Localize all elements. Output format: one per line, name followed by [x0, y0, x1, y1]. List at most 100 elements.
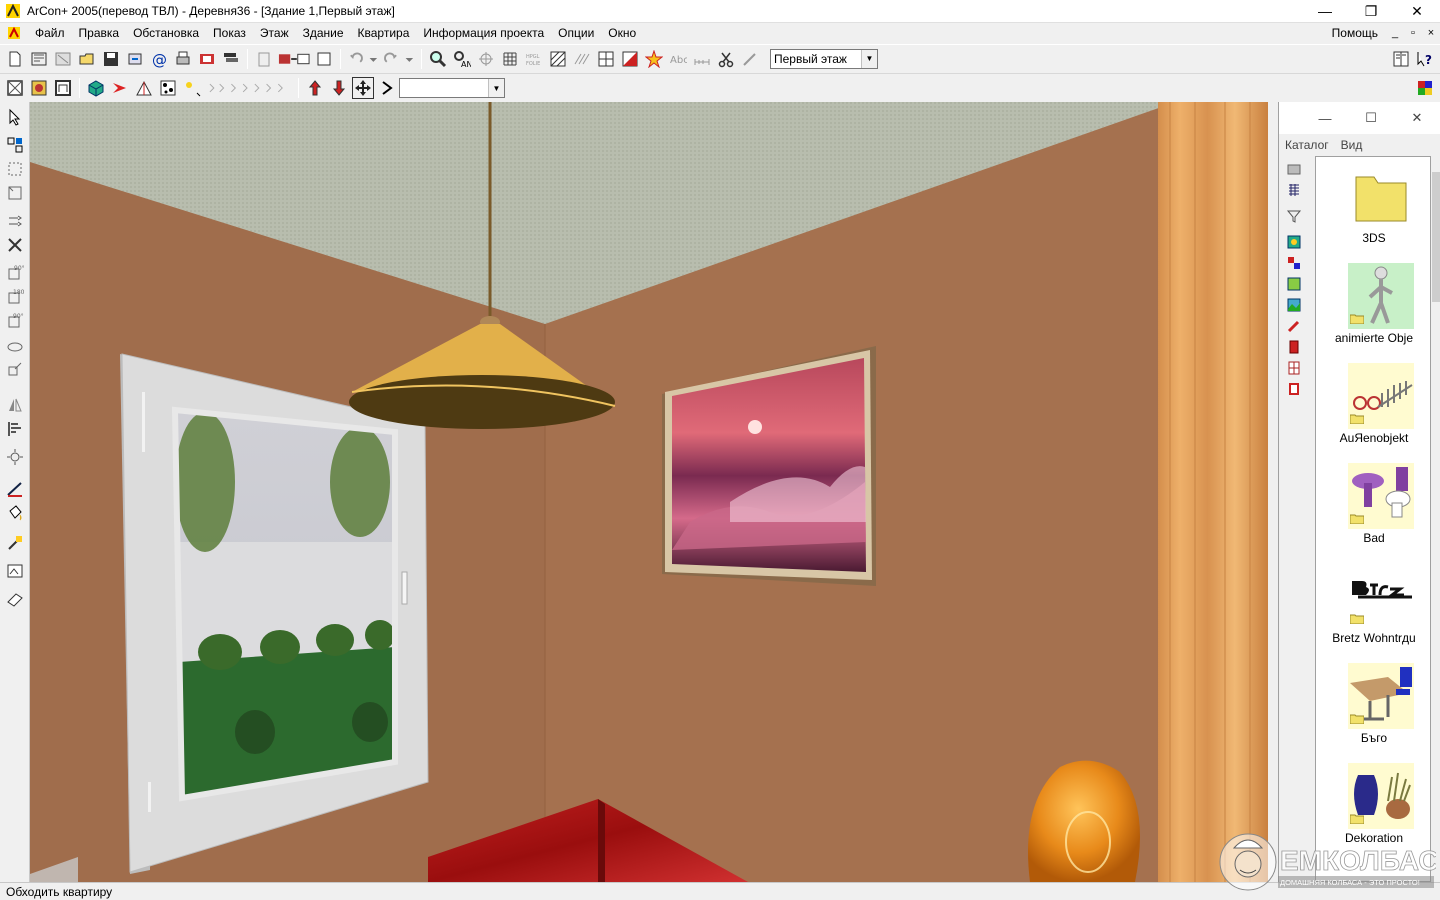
- chevron-down-icon[interactable]: ▼: [488, 79, 504, 97]
- scale-icon[interactable]: [4, 358, 26, 380]
- floor-select[interactable]: Первый этаж ▼: [770, 48, 878, 69]
- select-all-icon[interactable]: [4, 182, 26, 204]
- palette-icon[interactable]: [1414, 77, 1436, 99]
- perspective-icon[interactable]: [133, 77, 155, 99]
- redo-icon[interactable]: [382, 48, 416, 70]
- zoom-fit-icon[interactable]: AN: [451, 48, 473, 70]
- render-icon[interactable]: [157, 77, 179, 99]
- arcon-app-icon[interactable]: [5, 3, 21, 19]
- grid-view-icon[interactable]: [1284, 180, 1304, 200]
- eraser-icon[interactable]: [4, 588, 26, 610]
- eyedropper-icon[interactable]: [4, 532, 26, 554]
- landscape-icon[interactable]: [1284, 295, 1304, 315]
- print-icon[interactable]: [172, 48, 194, 70]
- menu-edit[interactable]: Правка: [72, 23, 127, 43]
- grid-icon[interactable]: [499, 48, 521, 70]
- transfer-icon[interactable]: [277, 48, 311, 70]
- textures-icon[interactable]: [1284, 232, 1304, 252]
- catalog-close-button[interactable]: ✕: [1394, 110, 1440, 126]
- catalog-item-outdoor[interactable]: AuЯenobjekt: [1316, 361, 1430, 461]
- template-icon[interactable]: [52, 48, 74, 70]
- menu-furnishing[interactable]: Обстановка: [126, 23, 206, 43]
- zoom-icon[interactable]: [427, 48, 449, 70]
- menu-window[interactable]: Окно: [601, 23, 643, 43]
- scissors-icon[interactable]: [715, 48, 737, 70]
- close-button[interactable]: ✕: [1394, 0, 1440, 23]
- import-icon[interactable]: [124, 48, 146, 70]
- mdi-close-button[interactable]: ×: [1422, 27, 1440, 39]
- view-select[interactable]: ▼: [399, 78, 505, 98]
- new-design-icon[interactable]: [28, 48, 50, 70]
- move-steps-icon[interactable]: [205, 77, 293, 99]
- measure-icon[interactable]: [691, 48, 713, 70]
- email-icon[interactable]: @: [148, 48, 170, 70]
- pointer-icon[interactable]: [4, 106, 26, 128]
- print-setup-icon[interactable]: [196, 48, 218, 70]
- minimize-button[interactable]: —: [1302, 0, 1348, 23]
- scrollbar-thumb[interactable]: [1432, 172, 1440, 302]
- catalog-item-bretz[interactable]: Bretz Wohntrдu: [1316, 561, 1430, 661]
- rotate-270-icon[interactable]: 90°: [4, 310, 26, 332]
- menu-floor[interactable]: Этаж: [253, 23, 296, 43]
- folder-up-icon[interactable]: [1284, 159, 1304, 179]
- rotate-free-icon[interactable]: [4, 336, 26, 358]
- context-help-icon[interactable]: ?: [1414, 48, 1436, 70]
- dimension-icon[interactable]: [595, 48, 617, 70]
- select-group-icon[interactable]: [4, 134, 26, 156]
- delete-icon[interactable]: [4, 234, 26, 256]
- document-icon[interactable]: [6, 25, 22, 41]
- mdi-restore-button[interactable]: ▫: [1404, 27, 1422, 39]
- sun-icon[interactable]: [181, 77, 203, 99]
- undo-icon[interactable]: [346, 48, 380, 70]
- text-icon[interactable]: Abc: [667, 48, 689, 70]
- menu-options[interactable]: Опции: [551, 23, 601, 43]
- raise-icon[interactable]: [304, 77, 326, 99]
- move-icon[interactable]: [4, 210, 26, 232]
- window-copy-icon[interactable]: [313, 48, 335, 70]
- door-icon[interactable]: [1284, 337, 1304, 357]
- menu-file[interactable]: Файл: [28, 23, 72, 43]
- menu-view[interactable]: Показ: [206, 23, 253, 43]
- rotate-180-icon[interactable]: 180°: [4, 286, 26, 308]
- catalog-book-icon[interactable]: [1390, 48, 1412, 70]
- catalog-menu-catalog[interactable]: Каталог: [1279, 138, 1335, 152]
- menu-apartment[interactable]: Квартира: [351, 23, 417, 43]
- texture-icon[interactable]: [4, 560, 26, 582]
- draw-line-icon[interactable]: [4, 478, 26, 500]
- save-icon[interactable]: [100, 48, 122, 70]
- menu-building[interactable]: Здание: [296, 23, 351, 43]
- catalog-minimize-button[interactable]: —: [1302, 111, 1348, 126]
- catalog-maximize-button[interactable]: ☐: [1348, 110, 1394, 126]
- select-frame-icon[interactable]: [4, 158, 26, 180]
- design-mode-icon[interactable]: [28, 77, 50, 99]
- pencil-icon[interactable]: [739, 48, 761, 70]
- furnish-mode-icon[interactable]: [52, 77, 74, 99]
- light-source-icon[interactable]: [4, 446, 26, 468]
- snap-icon[interactable]: [475, 48, 497, 70]
- lower-icon[interactable]: [328, 77, 350, 99]
- filter-icon[interactable]: [1284, 206, 1304, 226]
- catalog-item-bath[interactable]: Bad: [1316, 461, 1430, 561]
- catalog-scrollbar[interactable]: [1431, 156, 1440, 882]
- stairs-icon[interactable]: [1284, 379, 1304, 399]
- mdi-minimize-button[interactable]: _: [1386, 27, 1404, 39]
- pattern-icon[interactable]: [571, 48, 593, 70]
- color-fill-icon[interactable]: [619, 48, 641, 70]
- window-catalog-icon[interactable]: [1284, 358, 1304, 378]
- play-arrow-icon[interactable]: [376, 77, 398, 99]
- paint-bucket-icon[interactable]: [4, 502, 26, 524]
- plan-view-icon[interactable]: [4, 77, 26, 99]
- rotate-90-icon[interactable]: 90°: [4, 262, 26, 284]
- walkthrough-icon[interactable]: [109, 77, 131, 99]
- catalog-item-3ds[interactable]: 3DS: [1316, 161, 1430, 261]
- hpgl-icon[interactable]: HPGL FOLIE: [523, 48, 545, 70]
- move-view-icon[interactable]: [352, 77, 374, 99]
- menu-project-info[interactable]: Информация проекта: [416, 23, 551, 43]
- maximize-button[interactable]: ❐: [1348, 0, 1394, 23]
- 3d-viewport[interactable]: [30, 102, 1278, 882]
- open-file-icon[interactable]: [76, 48, 98, 70]
- catalog-item-animated[interactable]: animierte Obje: [1316, 261, 1430, 361]
- mirror-icon[interactable]: [4, 394, 26, 416]
- layers-icon[interactable]: [220, 48, 242, 70]
- images-icon[interactable]: [1284, 274, 1304, 294]
